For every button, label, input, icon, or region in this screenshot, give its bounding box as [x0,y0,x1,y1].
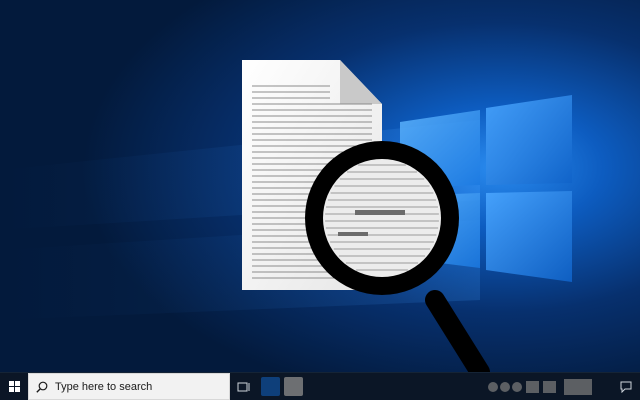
pinned-app-blue[interactable] [261,377,280,396]
taskbar-search-box[interactable]: Type here to search [28,373,230,400]
action-center-icon [620,381,632,393]
desktop: Type here to search [0,0,640,400]
search-placeholder: Type here to search [55,380,153,393]
start-button[interactable] [0,373,28,400]
system-tray [488,373,592,400]
tray-icon-5[interactable] [543,380,556,393]
clock-area[interactable] [564,378,592,395]
tray-icon-2[interactable] [500,381,510,392]
action-center-button[interactable] [612,373,640,400]
task-view-icon [237,382,250,391]
desktop-wallpaper [0,0,640,372]
tray-icon-4[interactable] [526,380,539,393]
search-icon [35,380,49,394]
taskbar: Type here to search [0,372,640,400]
tray-icon-3[interactable] [512,381,522,392]
tray-icon-1[interactable] [488,381,498,392]
task-view-button[interactable] [234,373,254,400]
windows-logo-icon [8,381,20,392]
pinned-app-gray[interactable] [284,377,303,396]
